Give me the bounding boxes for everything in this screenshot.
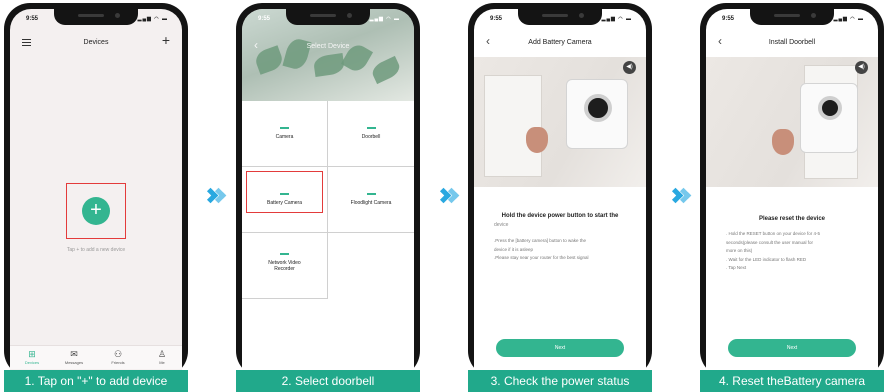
accent-dash xyxy=(366,127,376,129)
page-title: Install Doorbell xyxy=(768,39,816,46)
next-step-arrow-icon xyxy=(202,187,229,209)
phone-notch xyxy=(750,9,834,25)
devices-icon: ⊞ xyxy=(28,349,36,359)
instruction-line: . Tap Next xyxy=(726,265,747,270)
tab-devices[interactable]: ⊞ Devices xyxy=(14,349,50,365)
add-device-hint: Tap + to add a new device xyxy=(66,247,126,253)
tutorial-strip: 9:55 ▂▄▆ ◠ ▬ Devices + + Tap + to add a … xyxy=(0,0,889,392)
add-device-highlight: + xyxy=(66,183,126,239)
tab-label: Me xyxy=(159,360,165,365)
tab-messages[interactable]: ✉ Messages xyxy=(56,349,92,365)
status-icons: ▂▄▆ ◠ ▬ xyxy=(137,16,168,22)
instruction-line: . Wait for the LED indicator to flash RE… xyxy=(726,256,807,262)
accent-dash xyxy=(366,193,376,195)
instruction-heading: Hold the device power button to start th… xyxy=(501,213,619,219)
messages-icon: ✉ xyxy=(70,349,78,359)
speaker-icon[interactable]: ◀) xyxy=(855,61,868,74)
devices-screen: 9:55 ▂▄▆ ◠ ▬ Devices + + Tap + to add a … xyxy=(10,9,182,377)
install-doorbell-screen: 9:55 ▂▄▆ ◠ ▬ ‹ Install Doorbell ◀) Pleas… xyxy=(706,9,878,377)
instruction-heading: Please reset the device xyxy=(758,216,826,222)
instruction-illustration xyxy=(474,57,646,187)
page-title: Add Battery Camera xyxy=(528,39,592,46)
status-icons: ▂▄▆ ◠ ▬ xyxy=(369,16,400,22)
phone-notch xyxy=(54,9,138,25)
instruction-body: .Press the [battery camera] button to wa… xyxy=(494,237,632,263)
friends-icon: ⚇ xyxy=(113,349,123,359)
device-type-label: Floodlight Camera xyxy=(350,200,392,206)
tab-label: Messages xyxy=(64,360,84,365)
step-caption-2: 2. Select doorbell xyxy=(236,370,420,392)
step-caption-1: 1. Tap on "+" to add device xyxy=(4,370,188,392)
page-title: Devices xyxy=(83,39,109,46)
camera-lens xyxy=(818,96,842,120)
plant-leaf xyxy=(369,55,403,85)
select-device-screen: 9:55 ▂▄▆ ◠ ▬ ‹ Select Device Camera Door… xyxy=(242,9,414,377)
next-button[interactable]: Next xyxy=(496,339,624,357)
camera-device-image xyxy=(566,79,628,149)
hand-image xyxy=(772,129,794,155)
me-icon: ♙ xyxy=(157,349,167,359)
phone-notch xyxy=(286,9,370,25)
accent-dash xyxy=(280,253,289,255)
instruction-body: . Hold the RESET button on your device f… xyxy=(726,230,864,273)
instruction-line: device if it is asleep xyxy=(494,246,534,252)
device-type-floodlight-camera[interactable]: Floodlight Camera xyxy=(328,167,414,233)
instruction-line: more on this) xyxy=(726,248,753,253)
tab-me[interactable]: ♙ Me xyxy=(144,349,180,365)
status-time: 9:55 xyxy=(722,16,735,22)
instruction-line: .Please stay near your router for the be… xyxy=(494,255,589,260)
instruction-illustration xyxy=(706,57,878,187)
status-icons: ▂▄▆ ◠ ▬ xyxy=(601,16,632,22)
add-device-button[interactable]: + xyxy=(82,197,110,225)
step-caption-3: 3. Check the power status xyxy=(468,370,652,392)
camera-device-image xyxy=(800,83,858,153)
page-title: Select Device xyxy=(306,43,350,50)
phone-install-doorbell: 9:55 ▂▄▆ ◠ ▬ ‹ Install Doorbell ◀) Pleas… xyxy=(700,3,884,377)
bottom-tab-bar: ⊞ Devices ✉ Messages ⚇ Friends ♙ Me xyxy=(10,345,182,369)
instruction-subheading: device xyxy=(494,222,509,228)
device-type-label: Doorbell xyxy=(361,134,381,140)
phone-add-battery-camera: 9:55 ▂▄▆ ◠ ▬ ‹ Add Battery Camera ◀) Hol… xyxy=(468,3,652,377)
device-type-camera[interactable]: Camera xyxy=(242,101,328,167)
tab-friends[interactable]: ⚇ Friends xyxy=(100,349,136,365)
add-device-plus-icon[interactable]: + xyxy=(162,32,170,48)
instruction-line: seconds(please consult the user manual f… xyxy=(726,239,814,245)
phone-notch xyxy=(518,9,602,25)
tab-label: Friends xyxy=(111,360,125,365)
selection-highlight xyxy=(246,171,323,213)
device-type-label: Camera xyxy=(275,134,294,140)
status-time: 9:55 xyxy=(490,16,503,22)
tab-label: Devices xyxy=(24,360,40,365)
wall-panel xyxy=(484,75,542,177)
device-type-network-video-recorder[interactable]: Network Video Recorder xyxy=(242,233,328,299)
status-time: 9:55 xyxy=(258,16,271,22)
device-type-doorbell[interactable]: Doorbell xyxy=(328,101,414,167)
status-time: 9:55 xyxy=(26,16,39,22)
instruction-line: .Press the [battery camera] button to wa… xyxy=(494,238,587,243)
camera-lens xyxy=(584,94,612,122)
phone-devices: 9:55 ▂▄▆ ◠ ▬ Devices + + Tap + to add a … xyxy=(4,3,188,377)
add-camera-navbar: ‹ Add Battery Camera xyxy=(474,34,646,55)
add-battery-camera-screen: 9:55 ▂▄▆ ◠ ▬ ‹ Add Battery Camera ◀) Hol… xyxy=(474,9,646,377)
instruction-line: . Hold the RESET button on your device f… xyxy=(726,231,820,236)
step-caption-4: 4. Reset theBattery camera xyxy=(700,370,884,392)
accent-dash xyxy=(280,127,289,129)
speaker-icon[interactable]: ◀) xyxy=(623,61,636,74)
device-type-label: Network Video Recorder xyxy=(268,260,301,272)
status-icons: ▂▄▆ ◠ ▬ xyxy=(833,16,864,22)
hand-image xyxy=(526,127,548,153)
next-step-arrow-icon xyxy=(667,187,694,209)
next-step-arrow-icon xyxy=(435,187,462,209)
install-doorbell-navbar: ‹ Install Doorbell xyxy=(706,34,878,55)
next-button[interactable]: Next xyxy=(728,339,856,357)
select-device-navbar: ‹ Select Device xyxy=(242,38,414,59)
devices-navbar: Devices + xyxy=(10,32,182,55)
phone-select-device: 9:55 ▂▄▆ ◠ ▬ ‹ Select Device Camera Door… xyxy=(236,3,420,377)
